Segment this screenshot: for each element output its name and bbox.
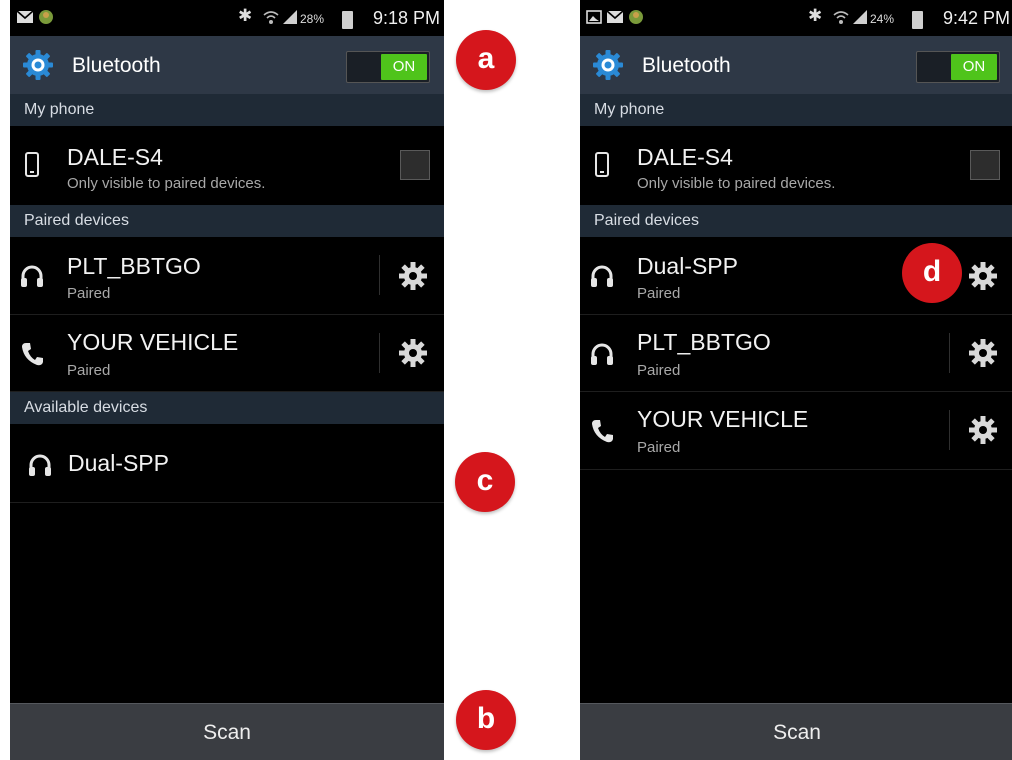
gear-icon[interactable]: [398, 338, 428, 368]
section-available-devices: Available devices: [10, 392, 444, 424]
visibility-checkbox[interactable]: [400, 150, 430, 180]
headphones-icon: [591, 343, 613, 365]
gear-icon[interactable]: [398, 261, 428, 291]
clock: 9:42 PM: [942, 8, 1010, 28]
bluetooth-header: Bluetooth ON: [580, 36, 1012, 94]
clock: 9:18 PM: [372, 8, 440, 28]
mail-icon: [16, 10, 34, 23]
my-phone-row[interactable]: DALE-S4 Only visible to paired devices.: [10, 126, 444, 206]
scan-button[interactable]: Scan: [580, 703, 1012, 760]
battery-icon: [342, 11, 353, 29]
phone-screen-left: ✱ 28% 9:18 PM Bluetooth ON My phone DALE…: [10, 0, 444, 760]
divider: [379, 255, 380, 295]
bluetooth-settings-icon: [23, 50, 53, 80]
gallery-icon: [586, 10, 602, 24]
callout-c: c: [455, 452, 515, 512]
toggle-on-label: ON: [381, 54, 427, 80]
section-my-phone: My phone: [580, 94, 1012, 126]
gear-icon[interactable]: [968, 415, 998, 445]
pair-status: Paired: [637, 362, 681, 379]
gear-icon[interactable]: [968, 338, 998, 368]
visibility-status: Only visible to paired devices.: [67, 175, 266, 192]
divider: [379, 333, 380, 373]
status-bar: ✱ 28% 9:18 PM: [10, 0, 444, 36]
device-name: YOUR VEHICLE: [637, 406, 809, 432]
signal-icon: [853, 10, 867, 24]
battery-icon: [912, 11, 923, 29]
phone-handset-icon: [592, 420, 613, 443]
page-title: Bluetooth: [72, 54, 161, 77]
phone-screen-right: ✱ 24% 9:42 PM Bluetooth ON My phone DALE…: [580, 0, 1012, 760]
battery-percent: 28%: [300, 12, 325, 26]
bluetooth-header: Bluetooth ON: [10, 36, 444, 94]
pair-status: Paired: [637, 285, 681, 302]
bluetooth-toggle[interactable]: ON: [346, 51, 430, 83]
status-bar: ✱ 24% 9:42 PM: [580, 0, 1012, 36]
message-icon: [606, 10, 624, 23]
paired-device-row[interactable]: YOUR VEHICLE Paired: [10, 315, 444, 392]
visibility-checkbox[interactable]: [970, 150, 1000, 180]
bluetooth-status-icon: ✱: [238, 6, 253, 25]
pair-status: Paired: [637, 439, 681, 456]
android-icon: [39, 10, 53, 24]
divider: [949, 410, 950, 450]
paired-device-row[interactable]: PLT_BBTGO Paired: [580, 315, 1012, 392]
device-name: Dual-SPP: [637, 253, 738, 279]
android-icon: [629, 10, 643, 24]
device-name: PLT_BBTGO: [637, 329, 771, 355]
headphones-icon: [21, 265, 43, 287]
device-name: DALE-S4: [637, 144, 733, 170]
bluetooth-status-icon: ✱: [808, 6, 823, 25]
paired-device-row[interactable]: PLT_BBTGO Paired: [10, 237, 444, 315]
paired-device-row[interactable]: YOUR VEHICLE Paired: [580, 392, 1012, 470]
visibility-status: Only visible to paired devices.: [637, 175, 836, 192]
headphones-icon: [29, 454, 51, 476]
smartphone-icon: [25, 152, 39, 177]
headphones-icon: [591, 265, 613, 287]
callout-d: d: [902, 243, 962, 303]
smartphone-icon: [595, 152, 609, 177]
available-device-row[interactable]: Dual-SPP: [10, 424, 444, 503]
pair-status: Paired: [67, 285, 111, 302]
section-paired-devices: Paired devices: [580, 205, 1012, 237]
device-name: DALE-S4: [67, 144, 163, 170]
wifi-icon: [833, 11, 849, 24]
toggle-on-label: ON: [951, 54, 997, 80]
page-title: Bluetooth: [642, 54, 731, 77]
bluetooth-toggle[interactable]: ON: [916, 51, 1000, 83]
signal-icon: [283, 10, 297, 24]
device-name: YOUR VEHICLE: [67, 329, 239, 355]
section-paired-devices: Paired devices: [10, 205, 444, 237]
divider: [949, 333, 950, 373]
my-phone-row[interactable]: DALE-S4 Only visible to paired devices.: [580, 126, 1012, 206]
device-name: Dual-SPP: [68, 450, 169, 476]
bluetooth-settings-icon: [593, 50, 623, 80]
section-my-phone: My phone: [10, 94, 444, 126]
scan-button[interactable]: Scan: [10, 703, 444, 760]
callout-a: a: [456, 30, 516, 90]
callout-b: b: [456, 690, 516, 750]
gear-icon[interactable]: [968, 261, 998, 291]
device-name: PLT_BBTGO: [67, 253, 201, 279]
wifi-icon: [263, 11, 279, 24]
phone-handset-icon: [22, 343, 43, 366]
pair-status: Paired: [67, 362, 111, 379]
battery-percent: 24%: [870, 12, 895, 26]
